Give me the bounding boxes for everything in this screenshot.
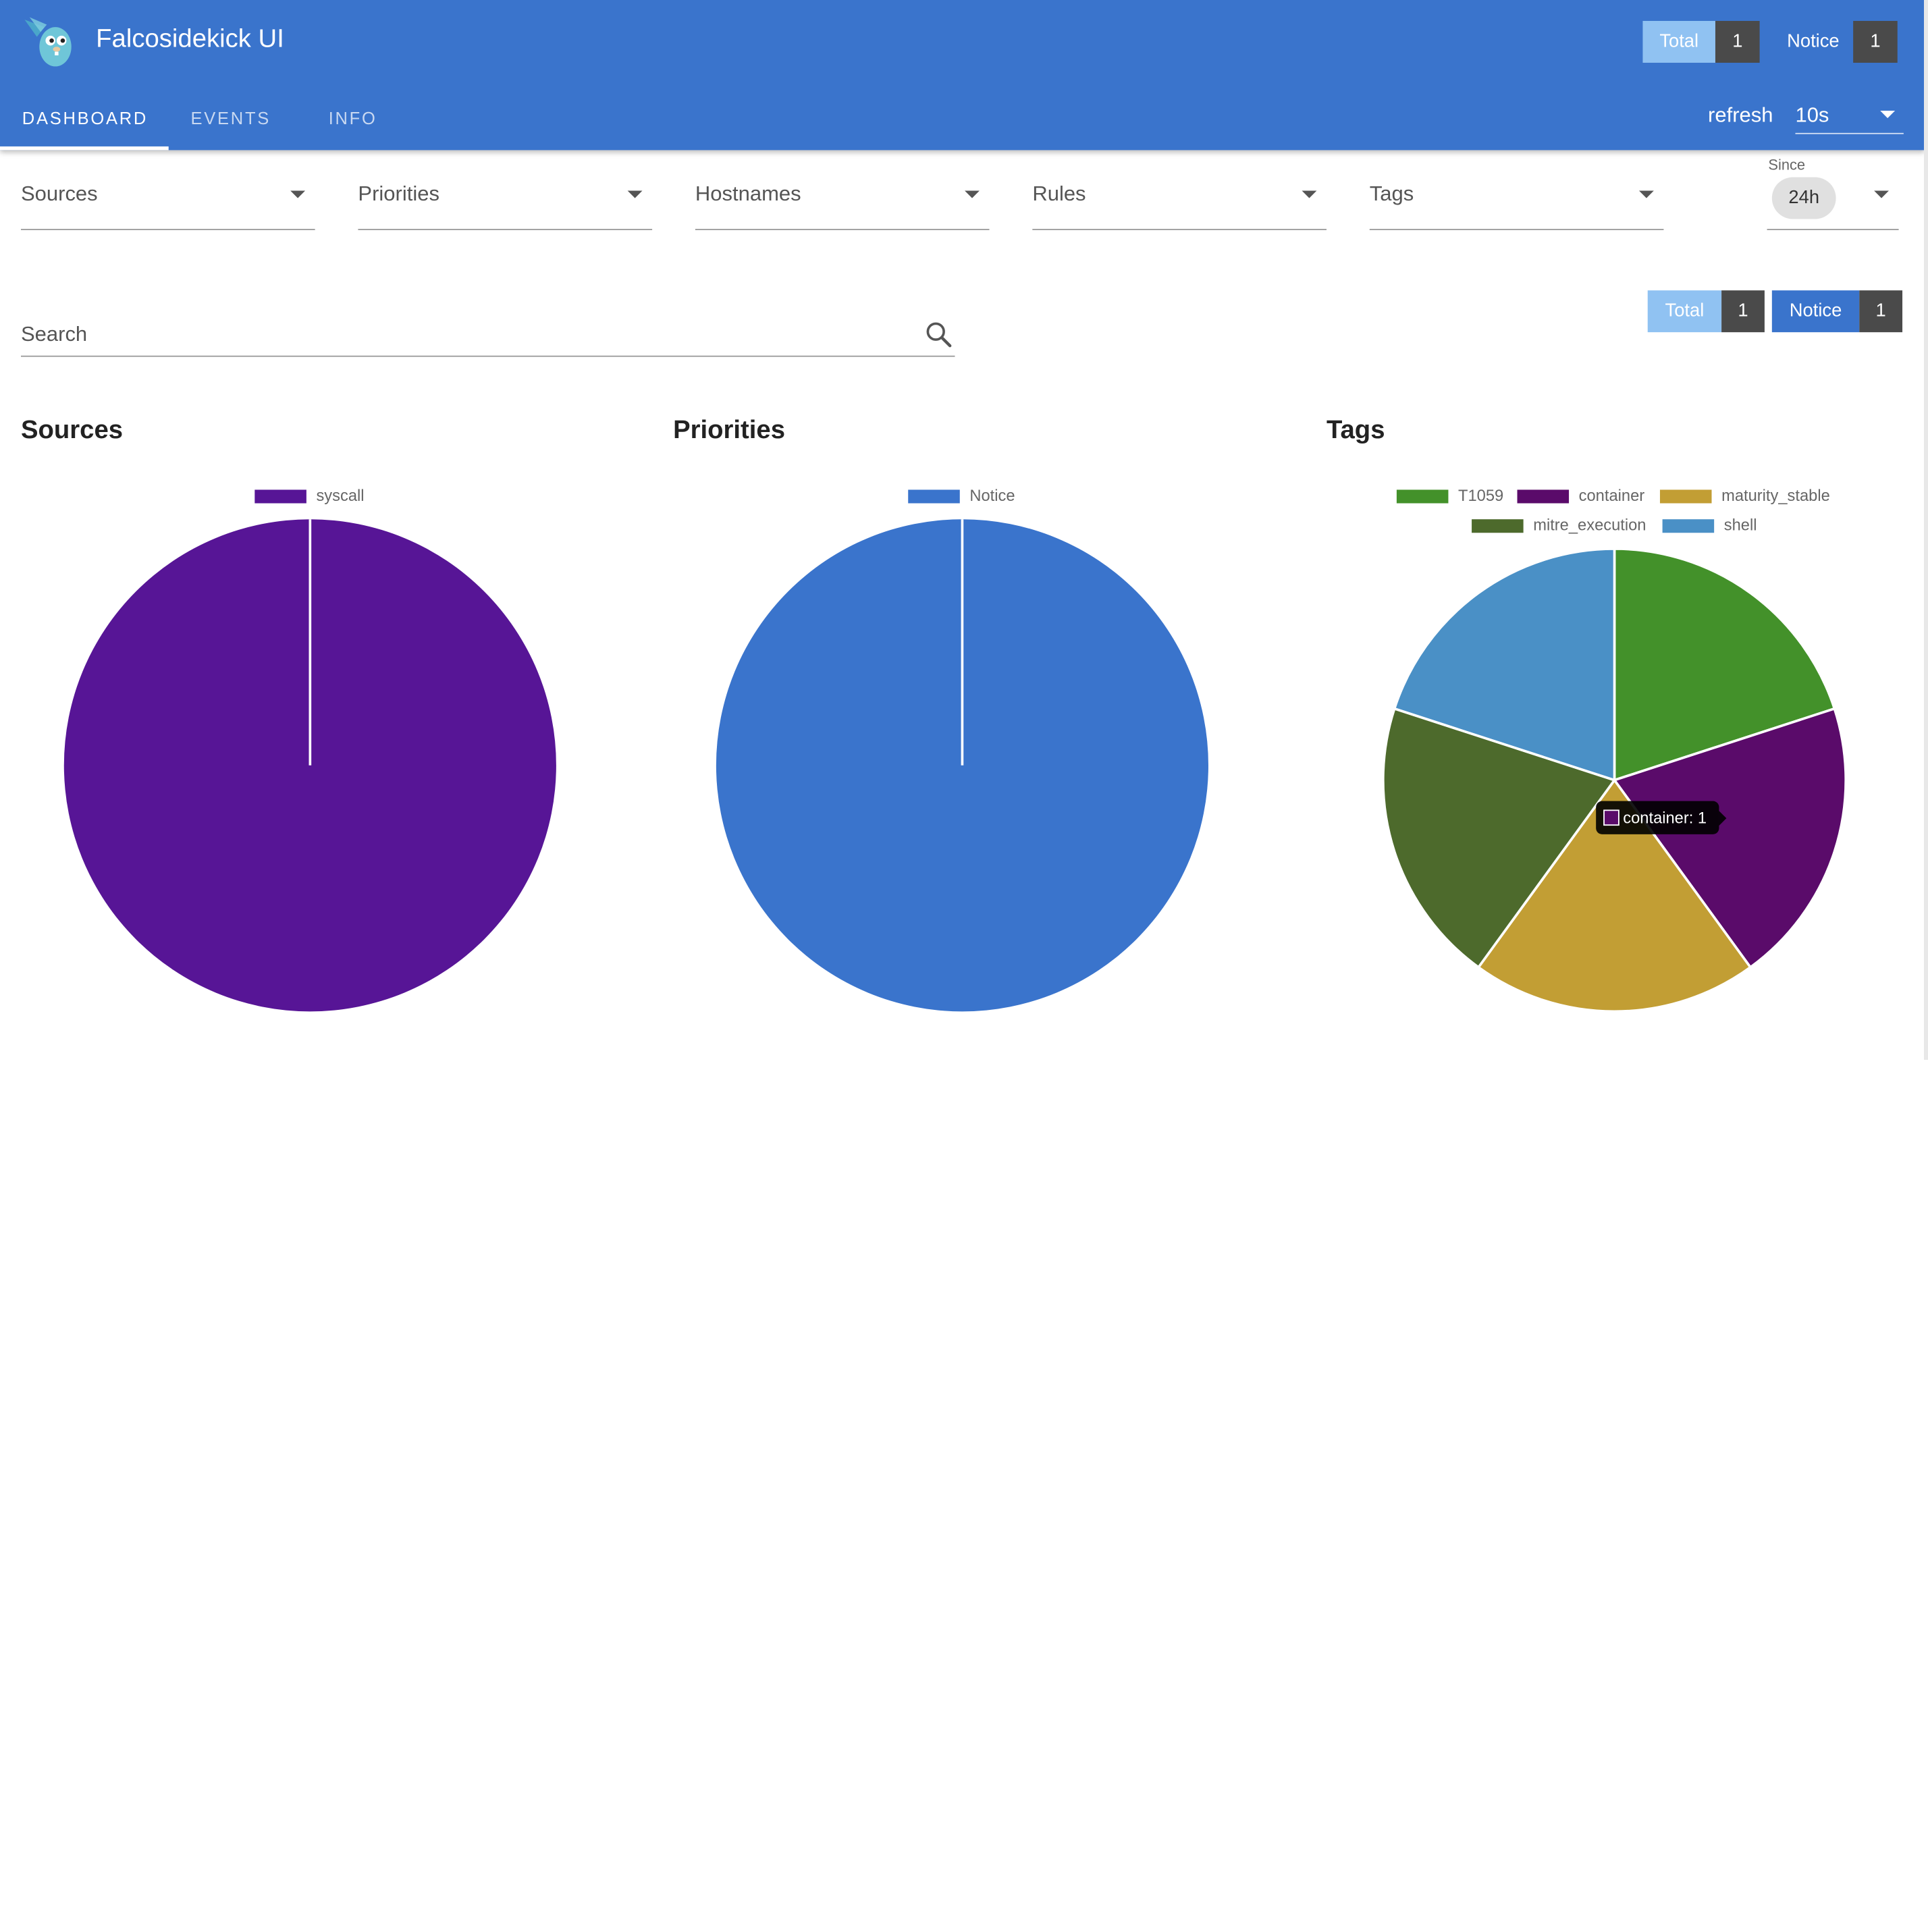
header-total-count: 1 bbox=[1715, 20, 1760, 63]
app-title: Falcosidekick UI bbox=[96, 24, 284, 53]
refresh-interval-value: 10s bbox=[1795, 103, 1829, 127]
refresh-interval-select[interactable]: 10s bbox=[1795, 94, 1904, 134]
priorities-filter-select[interactable]: Priorities bbox=[358, 167, 653, 230]
refresh-label: refresh bbox=[1708, 103, 1773, 127]
pie-slice-shell[interactable] bbox=[1393, 547, 1616, 782]
legend-label: container bbox=[1578, 486, 1645, 505]
pie-slice-mitre-execution[interactable] bbox=[1382, 707, 1617, 969]
legend-swatch bbox=[255, 489, 306, 504]
legend-swatch bbox=[1472, 519, 1524, 533]
pie-slice-container[interactable] bbox=[1612, 707, 1848, 969]
arrow-drop-down-icon bbox=[1638, 190, 1654, 198]
search-field[interactable]: Search bbox=[20, 310, 955, 357]
total-count-value: 1 bbox=[1721, 290, 1765, 333]
arrow-drop-down-icon bbox=[965, 190, 980, 198]
tab-events[interactable]: EVENTS bbox=[191, 86, 271, 151]
chart-tooltip: container: 1 bbox=[1596, 801, 1727, 834]
tags-filter-select[interactable]: Tags bbox=[1369, 167, 1664, 230]
header-notice-label[interactable]: Notice bbox=[1773, 21, 1853, 63]
legend-swatch bbox=[908, 489, 960, 504]
legend-label: T1059 bbox=[1458, 486, 1504, 505]
tooltip-color-box bbox=[1603, 809, 1619, 826]
header-notice-count: 1 bbox=[1853, 20, 1898, 63]
arrow-drop-down-icon bbox=[627, 190, 643, 198]
legend-label: maturity_stable bbox=[1721, 486, 1830, 505]
priorities-filter-label: Priorities bbox=[358, 182, 439, 206]
tooltip-arrow bbox=[1719, 811, 1727, 826]
arrow-drop-down-icon bbox=[1880, 111, 1896, 118]
top-app-bar: Falcosidekick UI Total 1 Notice 1 DASHBO… bbox=[0, 0, 1925, 151]
search-icon[interactable] bbox=[924, 320, 954, 350]
hostnames-filter-label: Hostnames bbox=[695, 182, 801, 206]
tab-info[interactable]: INFO bbox=[329, 86, 377, 151]
rules-filter-select[interactable]: Rules bbox=[1032, 167, 1327, 230]
notice-count-label[interactable]: Notice bbox=[1771, 290, 1860, 333]
sources-chart-title: Sources bbox=[20, 416, 124, 445]
search-label: Search bbox=[20, 322, 88, 346]
legend-label: mitre_execution bbox=[1533, 515, 1646, 535]
hostnames-filter-select[interactable]: Hostnames bbox=[695, 167, 990, 230]
legend-label: shell bbox=[1723, 515, 1757, 535]
tab-dashboard[interactable]: DASHBOARD bbox=[22, 86, 148, 151]
legend-swatch bbox=[1517, 489, 1570, 504]
since-value-chip: 24h bbox=[1771, 177, 1836, 219]
arrow-drop-down-icon bbox=[290, 190, 306, 198]
legend-label: syscall bbox=[316, 486, 365, 505]
page-scrollbar[interactable] bbox=[1924, 0, 1928, 1060]
legend-swatch bbox=[1396, 489, 1449, 504]
tags-chart-title: Tags bbox=[1326, 416, 1385, 445]
pie-slice-syscall[interactable] bbox=[63, 519, 556, 1012]
since-select[interactable]: 24h bbox=[1767, 172, 1899, 230]
notice-count-value: 1 bbox=[1859, 290, 1903, 333]
active-tab-indicator bbox=[0, 146, 169, 151]
rules-filter-label: Rules bbox=[1032, 182, 1086, 206]
tooltip-text: container: 1 bbox=[1623, 808, 1707, 827]
arrow-drop-down-icon bbox=[1302, 190, 1317, 198]
legend-label: Notice bbox=[969, 486, 1015, 505]
arrow-drop-down-icon bbox=[1874, 190, 1889, 198]
since-label: Since bbox=[1768, 156, 1806, 174]
pie-slice-notice[interactable] bbox=[716, 519, 1208, 1012]
legend-swatch bbox=[1659, 489, 1712, 504]
legend-swatch bbox=[1662, 519, 1715, 533]
total-count-label[interactable]: Total bbox=[1647, 290, 1722, 333]
priorities-chart-title: Priorities bbox=[673, 416, 786, 445]
tags-filter-label: Tags bbox=[1369, 182, 1414, 206]
header-total-label[interactable]: Total bbox=[1642, 20, 1715, 63]
sources-filter-select[interactable]: Sources bbox=[20, 167, 315, 230]
app-root: Falcosidekick UI Total 1 Notice 1 DASHBO… bbox=[0, 0, 1928, 1932]
falco-gopher-logo-icon bbox=[24, 17, 72, 67]
pie-slice-t1059[interactable] bbox=[1613, 547, 1836, 782]
sources-filter-label: Sources bbox=[20, 182, 98, 206]
